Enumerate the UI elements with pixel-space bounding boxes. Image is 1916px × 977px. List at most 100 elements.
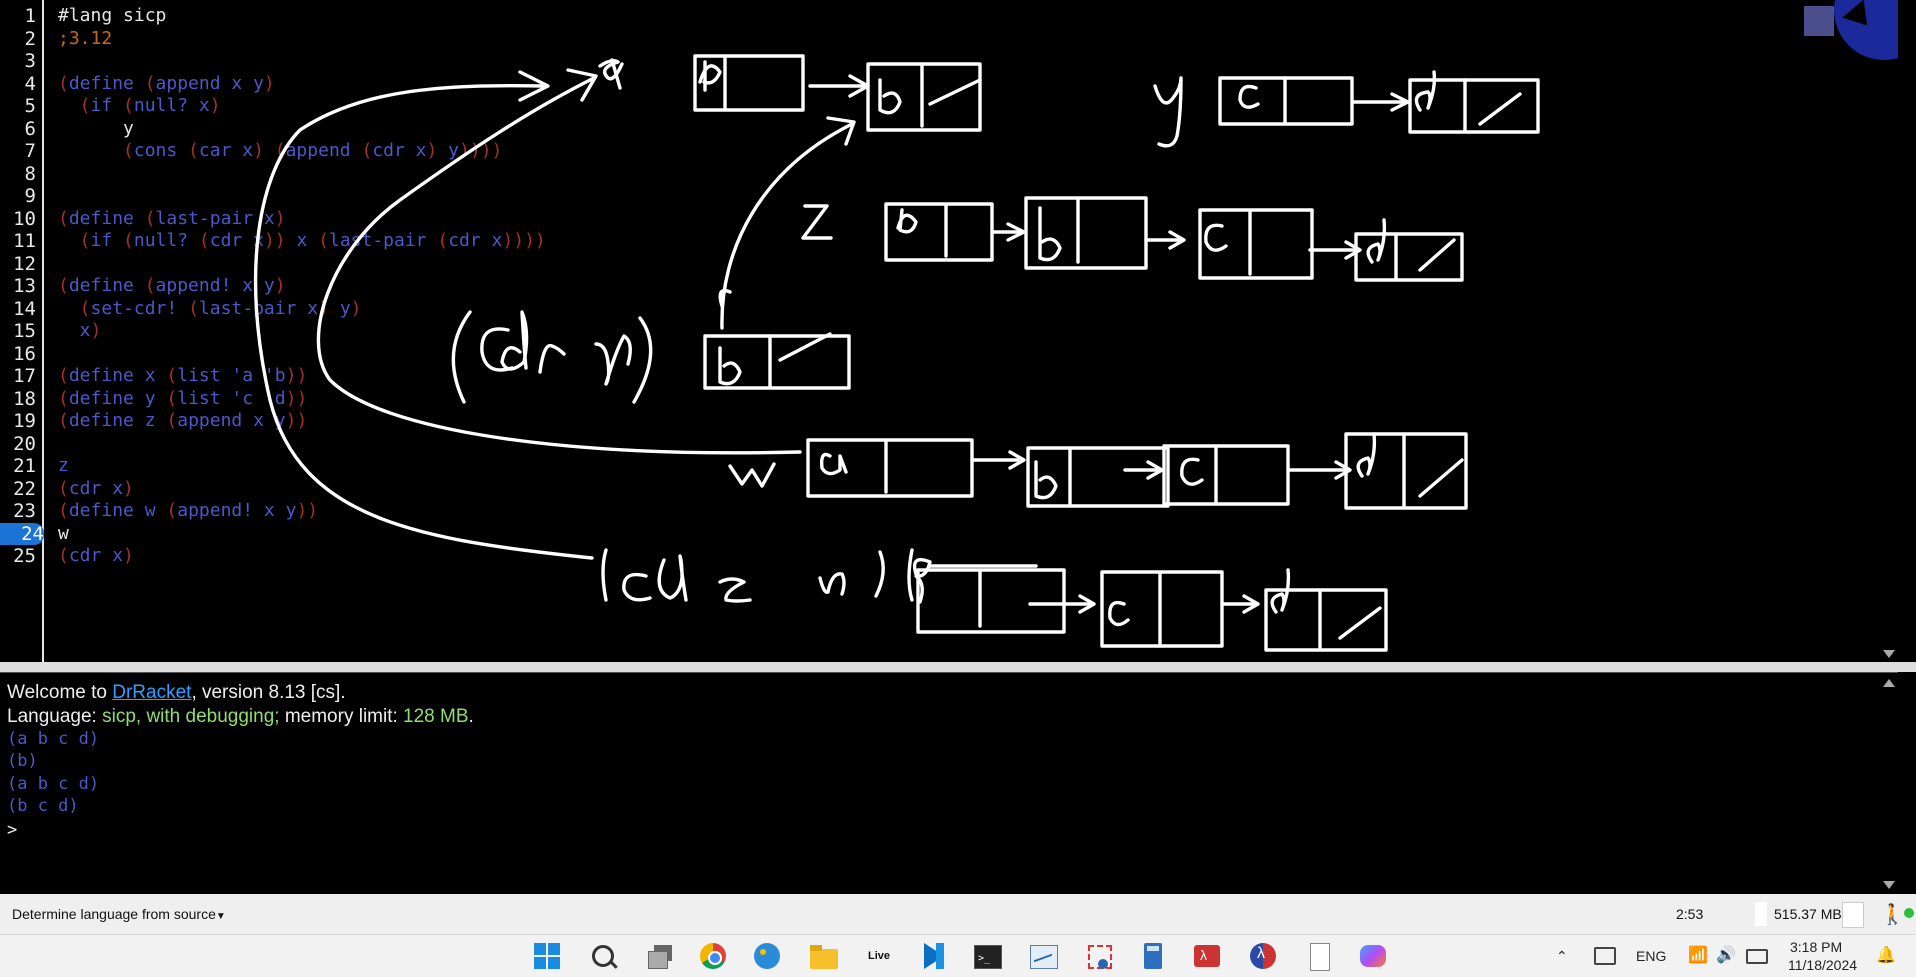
- code-line[interactable]: (define w (append! x y)): [58, 500, 318, 522]
- code-token: )))): [459, 140, 503, 161]
- calculator-icon[interactable]: [1138, 941, 1168, 971]
- code-token: append: [285, 140, 362, 161]
- code-line[interactable]: (define (last-pair x): [58, 208, 286, 230]
- status-box: [1755, 902, 1767, 926]
- code-token: (: [58, 500, 69, 521]
- racket-red-icon[interactable]: λ: [1192, 941, 1222, 971]
- copilot-icon[interactable]: [1358, 941, 1388, 971]
- running-person-icon: 🚶: [1880, 904, 1905, 926]
- line-number: 8: [24, 162, 36, 185]
- interactions-pane[interactable]: Welcome to DrRacket, version 8.13 [cs]. …: [0, 672, 1898, 895]
- code-line[interactable]: (define (append! x y): [58, 275, 286, 297]
- notepad-icon[interactable]: [1304, 941, 1334, 971]
- code-line[interactable]: (if (null? x): [58, 95, 221, 117]
- repl-prompt[interactable]: >: [7, 819, 17, 842]
- code-line[interactable]: y: [58, 118, 134, 140]
- paint-icon[interactable]: [752, 941, 782, 971]
- resource-monitor-icon[interactable]: [1028, 941, 1058, 971]
- line-number: 2: [24, 27, 36, 50]
- status-indicator: [1904, 908, 1914, 918]
- input-language[interactable]: ENG: [1636, 935, 1666, 977]
- code-token: (: [58, 545, 69, 566]
- code-line[interactable]: w: [58, 523, 69, 545]
- clock-date[interactable]: 11/18/2024: [1788, 956, 1857, 974]
- code-line[interactable]: (if (null? (cdr x)) x (last-pair (cdr x)…: [58, 230, 546, 252]
- code-line[interactable]: (set-cdr! (last-pair x) y): [58, 298, 362, 320]
- search-icon[interactable]: [588, 941, 618, 971]
- code-token: (: [318, 230, 329, 251]
- code-line[interactable]: (define (append x y): [58, 73, 275, 95]
- code-token: cdr x: [68, 477, 124, 499]
- code-token: )): [296, 500, 319, 521]
- line-number: 13: [13, 275, 36, 297]
- line-number: 7: [24, 140, 36, 162]
- code-token: )): [263, 230, 297, 251]
- line-number: 17: [13, 365, 36, 387]
- line-number: 14: [13, 297, 36, 320]
- code-token: car x: [198, 140, 254, 161]
- status-box: [1842, 902, 1864, 928]
- code-token: set-cdr!: [90, 297, 189, 319]
- code-token: define y: [68, 387, 167, 409]
- racket-icon[interactable]: λ: [1248, 941, 1278, 971]
- editor-scrollbar[interactable]: [1880, 0, 1898, 662]
- code-token: ): [263, 72, 275, 94]
- code-line[interactable]: (cons (car x) (append (cdr x) y)))): [58, 140, 502, 162]
- file-explorer-icon[interactable]: [808, 941, 838, 971]
- code-line[interactable]: (cdr x): [58, 545, 134, 567]
- code-token: last-pair x: [155, 207, 275, 229]
- touch-keyboard-icon[interactable]: [1594, 947, 1616, 965]
- language-menu[interactable]: Determine language from source▼: [12, 906, 226, 922]
- line-number: 20: [13, 432, 36, 455]
- task-view-icon[interactable]: [644, 941, 674, 971]
- code-token: define: [68, 275, 145, 296]
- vscode-icon[interactable]: [918, 941, 948, 971]
- code-line[interactable]: (cdr x): [58, 478, 134, 500]
- snipping-tool-icon[interactable]: [1084, 941, 1114, 971]
- code-line[interactable]: x): [58, 320, 102, 342]
- line-number: 15: [13, 320, 36, 342]
- code-line[interactable]: #lang sicp: [58, 5, 166, 27]
- code-line[interactable]: z: [58, 455, 69, 477]
- code-line[interactable]: (define x (list 'a 'b)): [58, 365, 307, 387]
- code-token: (: [166, 500, 178, 521]
- code-token: cdr x: [372, 140, 427, 161]
- live-app-icon[interactable]: Live: [864, 941, 894, 971]
- windows-start-icon[interactable]: [532, 941, 562, 971]
- code-token: define x: [68, 365, 167, 386]
- wifi-icon[interactable]: 📶: [1688, 935, 1708, 977]
- code-token: (: [144, 72, 156, 94]
- repl-output: (a b c d): [7, 774, 100, 794]
- memory-usage[interactable]: 515.37 MB: [1774, 906, 1842, 922]
- scroll-down-arrow[interactable]: [1883, 650, 1895, 658]
- code-token: ): [274, 207, 286, 229]
- code-token: (: [188, 140, 199, 161]
- code-token: if: [90, 95, 124, 116]
- pane-divider[interactable]: [0, 662, 1916, 672]
- code-token: ;3.12: [58, 27, 113, 49]
- scroll-down-arrow[interactable]: [1883, 881, 1895, 889]
- scroll-up-arrow[interactable]: [1883, 679, 1895, 687]
- repl-scrollbar[interactable]: [1880, 673, 1898, 895]
- code-line[interactable]: (define y (list 'c 'd)): [58, 388, 307, 410]
- code-token: ): [274, 275, 286, 296]
- line-number: 18: [13, 387, 36, 410]
- drracket-link[interactable]: DrRacket: [112, 682, 191, 703]
- battery-icon[interactable]: [1746, 949, 1768, 964]
- terminal-icon[interactable]: >_: [972, 941, 1002, 971]
- chevron-up-icon[interactable]: ⌃: [1556, 935, 1568, 977]
- code-token: x: [296, 230, 319, 251]
- clock-time[interactable]: 3:18 PM: [1790, 938, 1842, 956]
- code-token: (: [123, 230, 134, 251]
- code-token: (: [58, 95, 91, 116]
- code-line[interactable]: (define z (append x y)): [58, 410, 307, 432]
- chrome-icon[interactable]: [698, 941, 728, 971]
- code-token: ): [426, 140, 449, 161]
- cursor-position: 2:53: [1676, 906, 1704, 922]
- code-token: (: [58, 410, 69, 431]
- code-line[interactable]: ;3.12: [58, 28, 112, 50]
- volume-icon[interactable]: 🔊: [1716, 935, 1736, 977]
- notification-bell-icon[interactable]: 🔔: [1876, 935, 1896, 977]
- definitions-editor[interactable]: 1 2 3 4 5 6 7 8 9 10 11 12 13 14 15 16 17 18 19 20 21 22 23 24 2…: [0, 0, 1898, 662]
- line-number: 22: [13, 477, 36, 500]
